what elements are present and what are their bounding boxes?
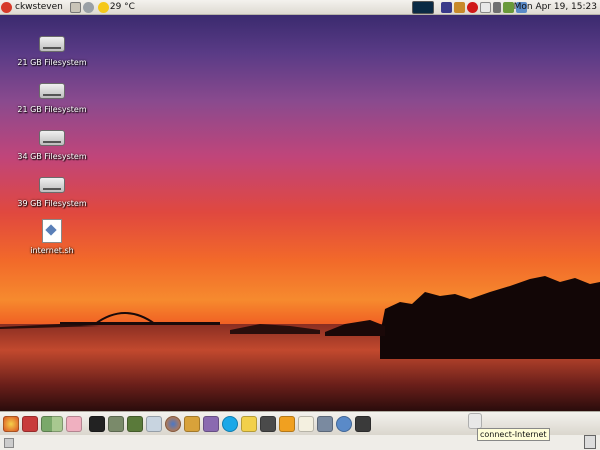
workspace-icon[interactable] <box>40 416 63 432</box>
desktop-icon-filesystem-1[interactable]: 21 GB Filesystem <box>12 36 92 67</box>
settings-gear-icon[interactable] <box>82 1 94 13</box>
desktop-icon-label: 39 GB Filesystem <box>17 199 87 208</box>
desktop-wallpaper <box>0 14 600 411</box>
connect-internet-icon[interactable] <box>467 413 482 429</box>
desktop-icon-filesystem-4[interactable]: 39 GB Filesystem <box>12 177 92 208</box>
system-tray <box>411 0 528 14</box>
system-monitor-graph-icon[interactable] <box>412 0 434 14</box>
script-file-icon <box>42 219 62 243</box>
desktop-icon-label: 21 GB Filesystem <box>17 58 87 67</box>
camera-icon[interactable] <box>355 416 371 432</box>
package-updates-icon[interactable] <box>454 1 465 13</box>
volume-icon[interactable] <box>493 1 501 13</box>
mail-icon[interactable] <box>241 416 257 432</box>
keyboard-layout-icon[interactable] <box>441 1 452 13</box>
tooltip: connect-Internet <box>477 428 550 441</box>
drive-icon <box>39 83 65 99</box>
pidgin-icon[interactable] <box>203 416 219 432</box>
drive-icon <box>39 130 65 146</box>
clock[interactable]: Mon Apr 19, 15:23 <box>514 0 597 14</box>
calendar-icon[interactable] <box>69 1 81 13</box>
calculator-icon[interactable] <box>108 416 124 432</box>
wallpaper-skyline <box>0 276 600 359</box>
terminal-icon[interactable] <box>89 416 105 432</box>
skype-icon[interactable] <box>222 416 238 432</box>
drive-icon <box>39 36 65 52</box>
gedit-icon[interactable] <box>298 416 314 432</box>
show-desktop-small-icon[interactable] <box>4 438 14 448</box>
main-menu-icon[interactable] <box>2 416 19 432</box>
desktop-icon-internet-sh[interactable]: internet.sh <box>12 219 92 255</box>
top-panel: ckwsteven 29 °C Mon Apr 19, 15:23 <box>0 0 600 15</box>
notes-icon[interactable] <box>65 416 82 432</box>
temperature-label: 29 °C <box>109 2 135 12</box>
dictionary-icon[interactable] <box>127 416 143 432</box>
firefox-icon[interactable] <box>165 416 181 432</box>
desktop-icon-label: internet.sh <box>30 246 74 255</box>
compiz-icon[interactable] <box>279 416 295 432</box>
desktop-icon-label: 21 GB Filesystem <box>17 105 87 114</box>
system-monitor-icon[interactable] <box>260 416 276 432</box>
package-manager-icon[interactable] <box>184 416 200 432</box>
desktop-icon-label: 34 GB Filesystem <box>17 152 87 161</box>
desktop-icon-filesystem-2[interactable]: 21 GB Filesystem <box>12 83 92 114</box>
network-status-icon[interactable] <box>503 1 514 13</box>
scanner-icon[interactable] <box>317 416 333 432</box>
stop-sign-icon[interactable] <box>467 1 478 13</box>
user-name: ckwsteven <box>15 2 63 12</box>
drive-icon <box>39 177 65 193</box>
trash-icon[interactable] <box>584 435 596 449</box>
user-menu[interactable]: ckwsteven <box>0 0 69 14</box>
weather-applet[interactable]: 29 °C <box>97 0 135 14</box>
network-icon[interactable] <box>336 416 352 432</box>
show-desktop-icon[interactable] <box>21 416 38 432</box>
weather-sun-icon <box>97 1 109 13</box>
text-editor-icon[interactable] <box>146 416 162 432</box>
desktop-icon-filesystem-3[interactable]: 34 GB Filesystem <box>12 130 92 161</box>
mail-notify-icon[interactable] <box>480 1 491 13</box>
user-icon <box>1 1 12 13</box>
